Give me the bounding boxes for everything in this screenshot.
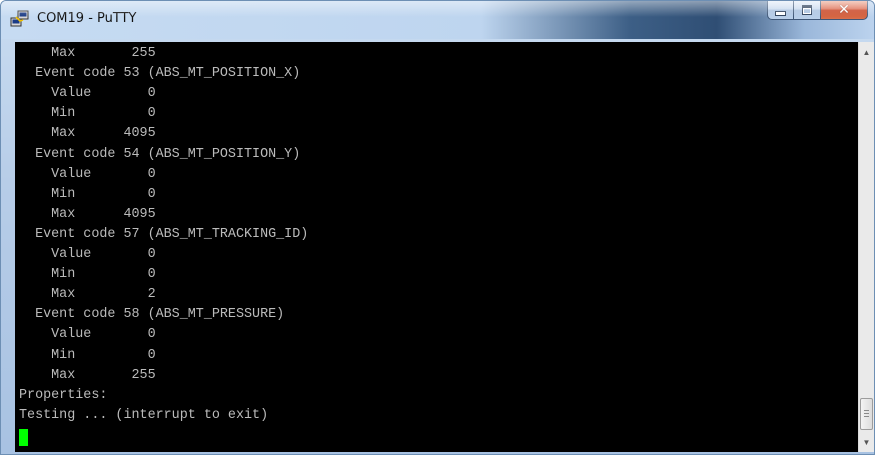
putty-window: COM19 - PuTTY ✕ Max 255 Event code 53 (A… (0, 0, 875, 455)
terminal-output[interactable]: Max 255 Event code 53 (ABS_MT_POSITION_X… (15, 42, 858, 452)
terminal-line: Value 0 (19, 166, 156, 182)
close-icon: ✕ (838, 2, 850, 18)
terminal-line: Min 0 (19, 106, 156, 122)
vertical-scrollbar[interactable]: ▲ ▼ (858, 42, 874, 452)
terminal-line: Max 2 (19, 287, 156, 303)
terminal-line: Value 0 (19, 327, 156, 343)
terminal-line: Max 4095 (19, 126, 156, 142)
terminal-cursor (19, 429, 28, 446)
terminal-line: Max 4095 (19, 206, 156, 222)
terminal-line: Event code 54 (ABS_MT_POSITION_Y) (19, 146, 301, 162)
terminal-line: Min 0 (19, 347, 156, 363)
terminal-line: Event code 58 (ABS_MT_PRESSURE) (19, 307, 285, 323)
grip-line (864, 410, 869, 411)
terminal-line: Value 0 (19, 86, 156, 102)
terminal-line: Max 255 (19, 367, 156, 383)
terminal-line: Max 255 (19, 46, 156, 61)
terminal-line: Min 0 (19, 186, 156, 202)
window-controls: ✕ (767, 1, 868, 21)
scroll-up-arrow-icon[interactable]: ▲ (859, 44, 874, 60)
maximize-button[interactable] (794, 1, 821, 20)
minimize-icon (775, 10, 786, 16)
scrollbar-thumb[interactable] (860, 398, 873, 430)
scroll-down-arrow-icon[interactable]: ▼ (859, 434, 874, 450)
terminal-line: Event code 53 (ABS_MT_POSITION_X) (19, 66, 301, 82)
terminal-line: Event code 57 (ABS_MT_TRACKING_ID) (19, 226, 309, 242)
terminal-line: Testing ... (interrupt to exit) (19, 407, 269, 423)
maximize-icon (802, 5, 812, 15)
grip-line (864, 416, 869, 417)
minimize-button[interactable] (767, 1, 794, 20)
grip-line (864, 413, 869, 414)
terminal-line: Properties: (19, 387, 108, 403)
close-button[interactable]: ✕ (821, 1, 868, 20)
terminal-line: Min 0 (19, 267, 156, 283)
putty-icon[interactable] (10, 9, 30, 29)
title-bar[interactable]: COM19 - PuTTY ✕ (1, 1, 874, 39)
terminal-line: Value 0 (19, 247, 156, 262)
window-title: COM19 - PuTTY (37, 11, 137, 26)
